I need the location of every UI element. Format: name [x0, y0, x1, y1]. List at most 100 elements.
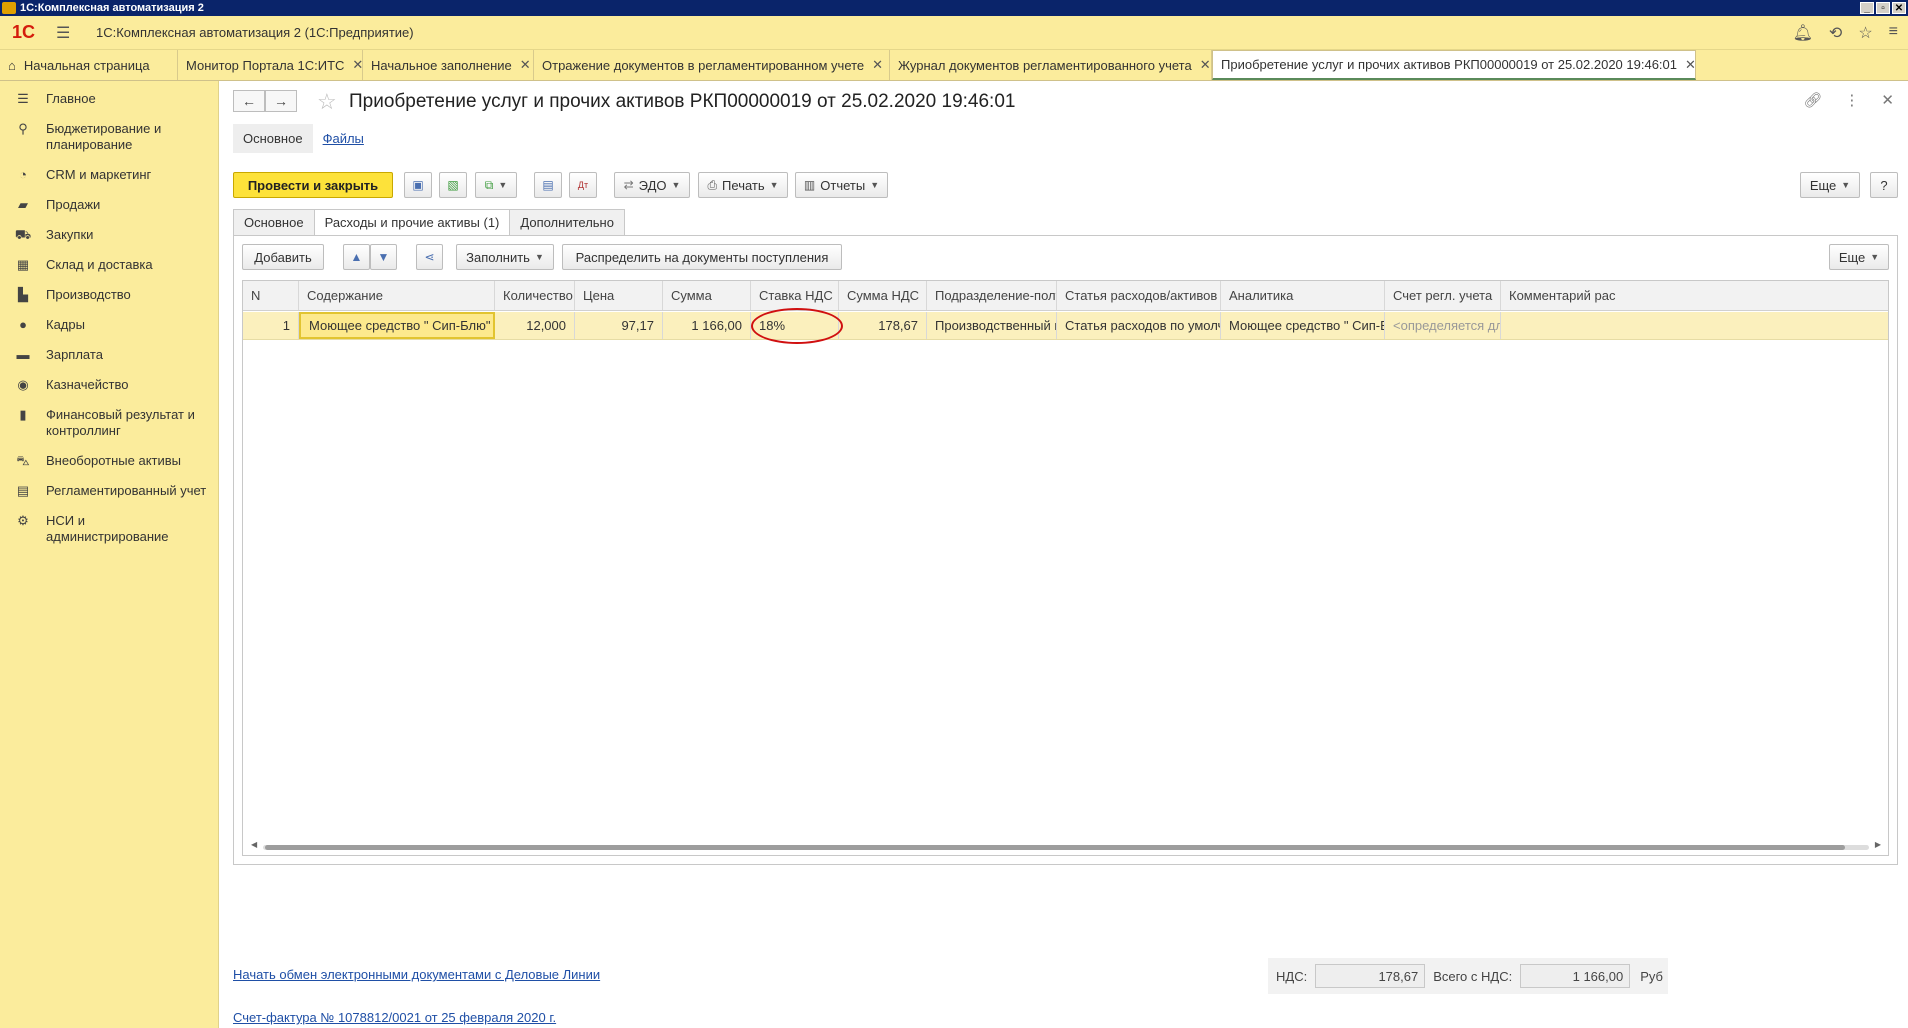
- cell-n[interactable]: 1: [243, 312, 299, 339]
- fill-button[interactable]: Заполнить ▼: [456, 244, 554, 270]
- col-content[interactable]: Содержание: [299, 281, 495, 310]
- sidebar-item-production[interactable]: ▙ Производство: [0, 279, 218, 309]
- edo-exchange-link[interactable]: Начать обмен электронными документами с …: [233, 967, 600, 982]
- tab-documents-journal[interactable]: Журнал документов регламентированного уч…: [890, 50, 1212, 80]
- col-expense-item[interactable]: Статья расходов/активов: [1057, 281, 1221, 310]
- favorite-star-icon[interactable]: ☆: [317, 89, 337, 115]
- cell-analytics[interactable]: Моющее средство " Сип-Бл…: [1221, 312, 1385, 339]
- sidebar-item-admin[interactable]: ⚙ НСИ и администрирование: [0, 505, 218, 551]
- scroll-left-icon[interactable]: ◀: [251, 840, 257, 849]
- history-icon[interactable]: ⟲: [1829, 23, 1842, 43]
- cell-expense-item[interactable]: Статья расходов по умолча…: [1057, 312, 1221, 339]
- close-window-button[interactable]: ✕: [1892, 2, 1906, 14]
- save-button[interactable]: ▣: [404, 172, 432, 198]
- add-row-button[interactable]: Добавить: [242, 244, 324, 270]
- tab-current-document[interactable]: Приобретение услуг и прочих активов РКП0…: [1212, 50, 1696, 80]
- close-icon[interactable]: ✕: [352, 57, 363, 73]
- col-sum[interactable]: Сумма: [663, 281, 751, 310]
- subnav-files-link[interactable]: Файлы: [323, 131, 364, 146]
- cell-division[interactable]: Производственный цех: [927, 312, 1057, 339]
- cell-sum[interactable]: 1 166,00: [663, 312, 751, 339]
- table-more-button[interactable]: Еще ▼: [1829, 244, 1889, 270]
- col-division[interactable]: Подразделение-полу…: [927, 281, 1057, 310]
- col-comment[interactable]: Комментарий рас: [1501, 281, 1888, 310]
- tab-its-monitor[interactable]: Монитор Портала 1С:ИТС ✕: [178, 50, 363, 80]
- scroll-thumb[interactable]: [265, 845, 1845, 850]
- post-button[interactable]: ▧: [439, 172, 467, 198]
- sidebar-item-hr[interactable]: ● Кадры: [0, 309, 218, 339]
- sidebar-item-finance[interactable]: ▮ Финансовый результат и контроллинг: [0, 399, 218, 445]
- tab-documents-reflection[interactable]: Отражение документов в регламентированно…: [534, 50, 890, 80]
- more-button[interactable]: Еще ▼: [1800, 172, 1860, 198]
- col-vat-rate[interactable]: Ставка НДС: [751, 281, 839, 310]
- table-row[interactable]: 1 Моющее средство " Сип-Блю" 5л 12,000 9…: [243, 312, 1888, 340]
- tab-initial-fill[interactable]: Начальное заполнение ✕: [363, 50, 534, 80]
- horizontal-scrollbar[interactable]: ◀ ▶: [251, 840, 1881, 851]
- tab-expenses[interactable]: Расходы и прочие активы (1): [313, 209, 511, 236]
- distribute-button[interactable]: Распределить на документы поступления: [562, 244, 842, 270]
- cell-comment[interactable]: [1501, 312, 1888, 339]
- col-analytics[interactable]: Аналитика: [1221, 281, 1385, 310]
- col-n[interactable]: N: [243, 281, 299, 310]
- move-up-button[interactable]: ▲: [343, 244, 370, 270]
- maximize-button[interactable]: ▫: [1876, 2, 1890, 14]
- sidebar-item-purchases[interactable]: ⛟ Закупки: [0, 219, 218, 249]
- structure-button[interactable]: ▤: [534, 172, 562, 198]
- cell-content[interactable]: Моющее средство " Сип-Блю" 5л: [299, 312, 495, 339]
- sidebar-item-crm[interactable]: ◔ CRM и маркетинг: [0, 159, 218, 189]
- sidebar-item-regulated[interactable]: ▤ Регламентированный учет: [0, 475, 218, 505]
- subnav-main[interactable]: Основное: [233, 123, 313, 153]
- close-icon[interactable]: ✕: [520, 57, 531, 73]
- more-vertical-icon[interactable]: ⋮: [1844, 91, 1859, 109]
- col-qty[interactable]: Количество: [495, 281, 575, 310]
- window-title-bar: 1С:Комплексная автоматизация 2 _ ▫ ✕: [0, 0, 1908, 16]
- sidebar-item-fixed-assets[interactable]: ⛍ Внеоборотные активы: [0, 445, 218, 475]
- menu-icon[interactable]: ☰: [56, 23, 72, 43]
- close-icon[interactable]: ✕: [1881, 91, 1894, 109]
- cell-account[interactable]: <определяется дл…: [1385, 312, 1501, 339]
- sidebar-item-label: Главное: [46, 91, 96, 106]
- col-price[interactable]: Цена: [575, 281, 663, 310]
- edo-button[interactable]: ⇄ ЭДО ▼: [614, 172, 690, 198]
- minimize-button[interactable]: _: [1860, 2, 1874, 14]
- forward-arrow-icon[interactable]: →: [265, 90, 297, 112]
- cell-qty[interactable]: 12,000: [495, 312, 575, 339]
- tab-additional[interactable]: Дополнительно: [509, 209, 625, 236]
- col-account[interactable]: Счет регл. учета: [1385, 281, 1501, 310]
- help-button[interactable]: ?: [1870, 172, 1898, 198]
- sidebar-item-budgeting[interactable]: ⚲ Бюджетирование и планирование: [0, 113, 218, 159]
- sidebar-item-sales[interactable]: ▰ Продажи: [0, 189, 218, 219]
- link-icon[interactable]: 🔗︎: [1803, 91, 1822, 109]
- settings-menu-icon[interactable]: ≡: [1889, 23, 1898, 43]
- close-icon[interactable]: ✕: [1200, 57, 1211, 73]
- app-title: 1С:Комплексная автоматизация 2 (1С:Предп…: [96, 25, 414, 40]
- close-icon[interactable]: ✕: [872, 57, 883, 73]
- sidebar-item-treasury[interactable]: ◉ Казначейство: [0, 369, 218, 399]
- print-button[interactable]: ⎙ Печать ▼: [698, 172, 788, 198]
- sidebar-item-payroll[interactable]: ▬ Зарплата: [0, 339, 218, 369]
- invoice-link[interactable]: Счет-фактура № 1078812/0021 от 25 феврал…: [233, 1010, 556, 1025]
- scroll-right-icon[interactable]: ▶: [1875, 840, 1881, 849]
- cell-price[interactable]: 97,17: [575, 312, 663, 339]
- coin-icon: ◉: [17, 377, 29, 392]
- sidebar-item-label: Казначейство: [46, 377, 129, 392]
- split-row-button[interactable]: ⋖: [416, 244, 443, 270]
- favorites-star-icon[interactable]: ☆: [1858, 23, 1872, 43]
- create-based-on-button[interactable]: ⧉ ▼: [475, 172, 517, 198]
- sidebar-item-main[interactable]: ☰ Главное: [0, 81, 218, 113]
- form-tabs: Основное Расходы и прочие активы (1) Доп…: [233, 209, 625, 236]
- back-arrow-icon[interactable]: ←: [233, 90, 265, 112]
- close-icon[interactable]: ✕: [1685, 57, 1696, 73]
- cell-vat-sum[interactable]: 178,67: [839, 312, 927, 339]
- reports-button[interactable]: ▥ Отчеты ▼: [795, 172, 888, 198]
- tab-main[interactable]: Основное: [233, 209, 315, 236]
- post-and-close-button[interactable]: Провести и закрыть: [233, 172, 393, 198]
- tab-home[interactable]: ⌂ Начальная страница: [0, 50, 178, 80]
- col-vat-sum[interactable]: Сумма НДС: [839, 281, 927, 310]
- split-icon: ⋖: [424, 250, 435, 264]
- sidebar-item-warehouse[interactable]: ▦ Склад и доставка: [0, 249, 218, 279]
- brand-logo: 1С: [12, 22, 36, 42]
- dt-kt-button[interactable]: Дт: [569, 172, 597, 198]
- bell-icon[interactable]: 🔔︎: [1793, 23, 1813, 43]
- move-down-button[interactable]: ▼: [370, 244, 397, 270]
